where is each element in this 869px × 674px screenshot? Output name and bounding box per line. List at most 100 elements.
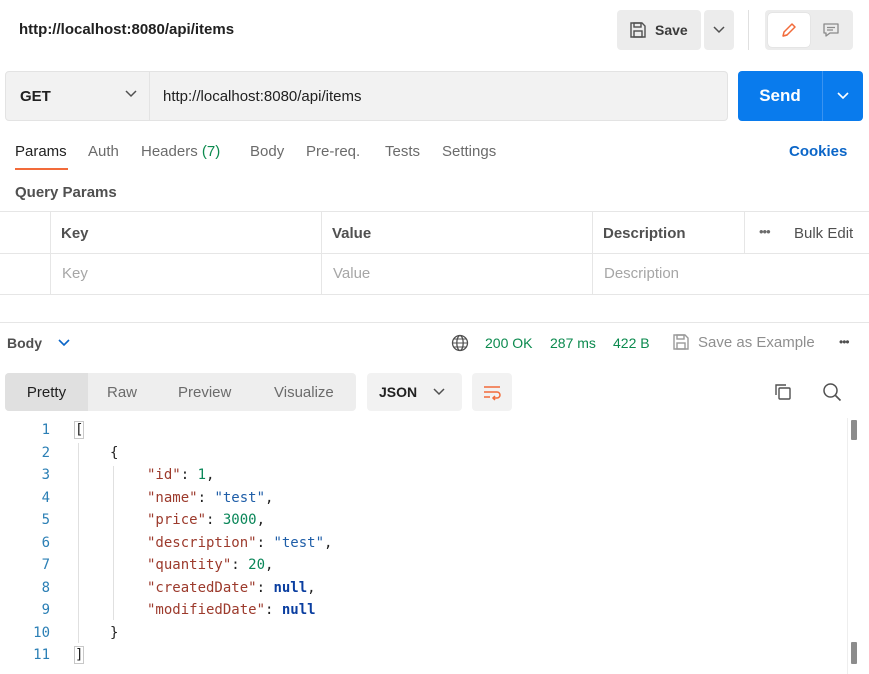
method-label: GET xyxy=(20,87,51,105)
line-number: 1 xyxy=(41,422,50,438)
save-button[interactable]: Save xyxy=(617,10,701,50)
column-header-description: Description xyxy=(603,225,686,242)
tab-params[interactable]: Params xyxy=(15,143,67,160)
tab-prereq[interactable]: Pre-req. xyxy=(306,143,360,160)
scrollbar-thumb-top[interactable] xyxy=(851,420,857,440)
format-select[interactable]: JSON xyxy=(367,373,462,411)
send-group: Send xyxy=(738,71,863,121)
header-divider xyxy=(748,10,749,50)
chevron-down-icon xyxy=(837,92,849,100)
floppy-disk-icon xyxy=(629,21,647,39)
code-viewer[interactable]: 1 2 3 4 5 6 7 8 9 10 11 [ { "id": 1, "na… xyxy=(0,418,869,674)
response-body-dropdown[interactable]: Body xyxy=(7,335,70,351)
json-key: "description" xyxy=(147,535,257,551)
comment-icon xyxy=(822,21,840,39)
globe-icon[interactable] xyxy=(451,334,469,352)
line-number: 8 xyxy=(41,580,50,596)
table-col-divider xyxy=(50,211,51,295)
code-close-bracket: ] xyxy=(73,646,85,664)
code-line: "id": 1, xyxy=(147,467,215,483)
view-tab-visualize[interactable]: Visualize xyxy=(274,373,334,411)
json-key: "quantity" xyxy=(147,557,232,573)
line-number: 10 xyxy=(33,625,50,641)
line-number: 4 xyxy=(41,490,50,506)
json-value: "test" xyxy=(273,535,325,551)
json-value: 20 xyxy=(248,557,266,573)
json-key: "price" xyxy=(147,512,207,528)
tab-settings[interactable]: Settings xyxy=(442,143,496,160)
headers-count: (7) xyxy=(201,143,221,160)
line-number: 2 xyxy=(41,445,50,461)
tab-headers[interactable]: Headers (7) xyxy=(141,143,220,160)
json-key: "createdDate" xyxy=(147,580,257,596)
pencil-icon xyxy=(780,21,798,39)
code-open-bracket: [ xyxy=(73,421,85,439)
response-body-label: Body xyxy=(7,335,42,351)
table-border-mid xyxy=(0,253,869,254)
column-options-button[interactable]: ••• xyxy=(759,224,771,239)
indent-guide xyxy=(113,466,114,620)
chevron-down-icon xyxy=(713,26,725,34)
json-key: "id" xyxy=(147,467,181,483)
save-as-example-label: Save as Example xyxy=(698,333,815,351)
tab-tests[interactable]: Tests xyxy=(385,143,420,160)
code-close-brace: } xyxy=(110,625,119,641)
code-open-brace: { xyxy=(110,445,119,461)
code-line: "createdDate": null, xyxy=(147,580,316,596)
param-value-input[interactable]: Value xyxy=(333,265,370,282)
line-number: 7 xyxy=(41,557,50,573)
line-number: 6 xyxy=(41,535,50,551)
cookies-link[interactable]: Cookies xyxy=(789,143,847,160)
table-col-divider xyxy=(321,211,322,295)
active-tab-indicator xyxy=(15,168,68,170)
code-line: "name": "test", xyxy=(147,490,274,506)
send-button[interactable]: Send xyxy=(738,71,822,121)
json-value: null xyxy=(273,580,308,596)
response-time[interactable]: 287 ms xyxy=(550,335,596,351)
response-size[interactable]: 422 B xyxy=(613,335,650,351)
tab-auth[interactable]: Auth xyxy=(88,143,119,160)
format-label: JSON xyxy=(379,384,418,400)
tab-body[interactable]: Body xyxy=(250,143,284,160)
json-value: null xyxy=(281,602,316,618)
code-line: "price": 3000, xyxy=(147,512,266,528)
line-number: 5 xyxy=(41,512,50,528)
view-tab-pretty[interactable]: Pretty xyxy=(5,373,88,411)
bulk-edit-button[interactable]: Bulk Edit xyxy=(794,225,853,242)
column-header-key: Key xyxy=(61,225,89,242)
documentation-button[interactable] xyxy=(811,13,851,47)
column-header-value: Value xyxy=(332,225,372,242)
floppy-disk-icon xyxy=(672,333,690,351)
query-params-title: Query Params xyxy=(15,184,117,201)
param-description-input[interactable]: Description xyxy=(604,265,679,282)
search-icon[interactable] xyxy=(822,382,842,402)
request-title[interactable]: http://localhost:8080/api/items xyxy=(19,21,234,38)
wrap-lines-button[interactable] xyxy=(472,373,512,411)
table-border-top xyxy=(0,211,869,212)
save-label: Save xyxy=(655,22,688,38)
code-line: "quantity": 20, xyxy=(147,557,274,573)
method-select[interactable]: GET xyxy=(5,71,150,121)
view-tab-preview[interactable]: Preview xyxy=(178,373,231,411)
table-col-divider xyxy=(744,211,745,253)
response-options-button[interactable]: ••• xyxy=(839,335,850,349)
url-input[interactable]: http://localhost:8080/api/items xyxy=(150,71,728,121)
json-value: 3000 xyxy=(222,512,257,528)
save-group: Save xyxy=(617,10,734,50)
param-key-input[interactable]: Key xyxy=(62,265,88,282)
copy-icon[interactable] xyxy=(773,382,793,402)
json-value: "test" xyxy=(214,490,266,506)
save-as-example-button[interactable]: Save as Example xyxy=(672,333,815,351)
wrap-lines-icon xyxy=(482,383,502,401)
send-options-button[interactable] xyxy=(823,71,863,121)
response-status[interactable]: 200 OK xyxy=(485,335,532,351)
scrollbar-thumb-bottom[interactable] xyxy=(851,642,857,664)
save-options-button[interactable] xyxy=(704,10,734,50)
view-tab-raw[interactable]: Raw xyxy=(107,373,137,411)
response-divider xyxy=(0,322,869,323)
json-key: "name" xyxy=(147,490,198,506)
response-view-tabs: Pretty Raw Preview Visualize xyxy=(5,373,356,411)
edit-mode-button[interactable] xyxy=(768,13,810,47)
line-number: 11 xyxy=(33,647,50,663)
chevron-down-icon xyxy=(433,388,445,396)
